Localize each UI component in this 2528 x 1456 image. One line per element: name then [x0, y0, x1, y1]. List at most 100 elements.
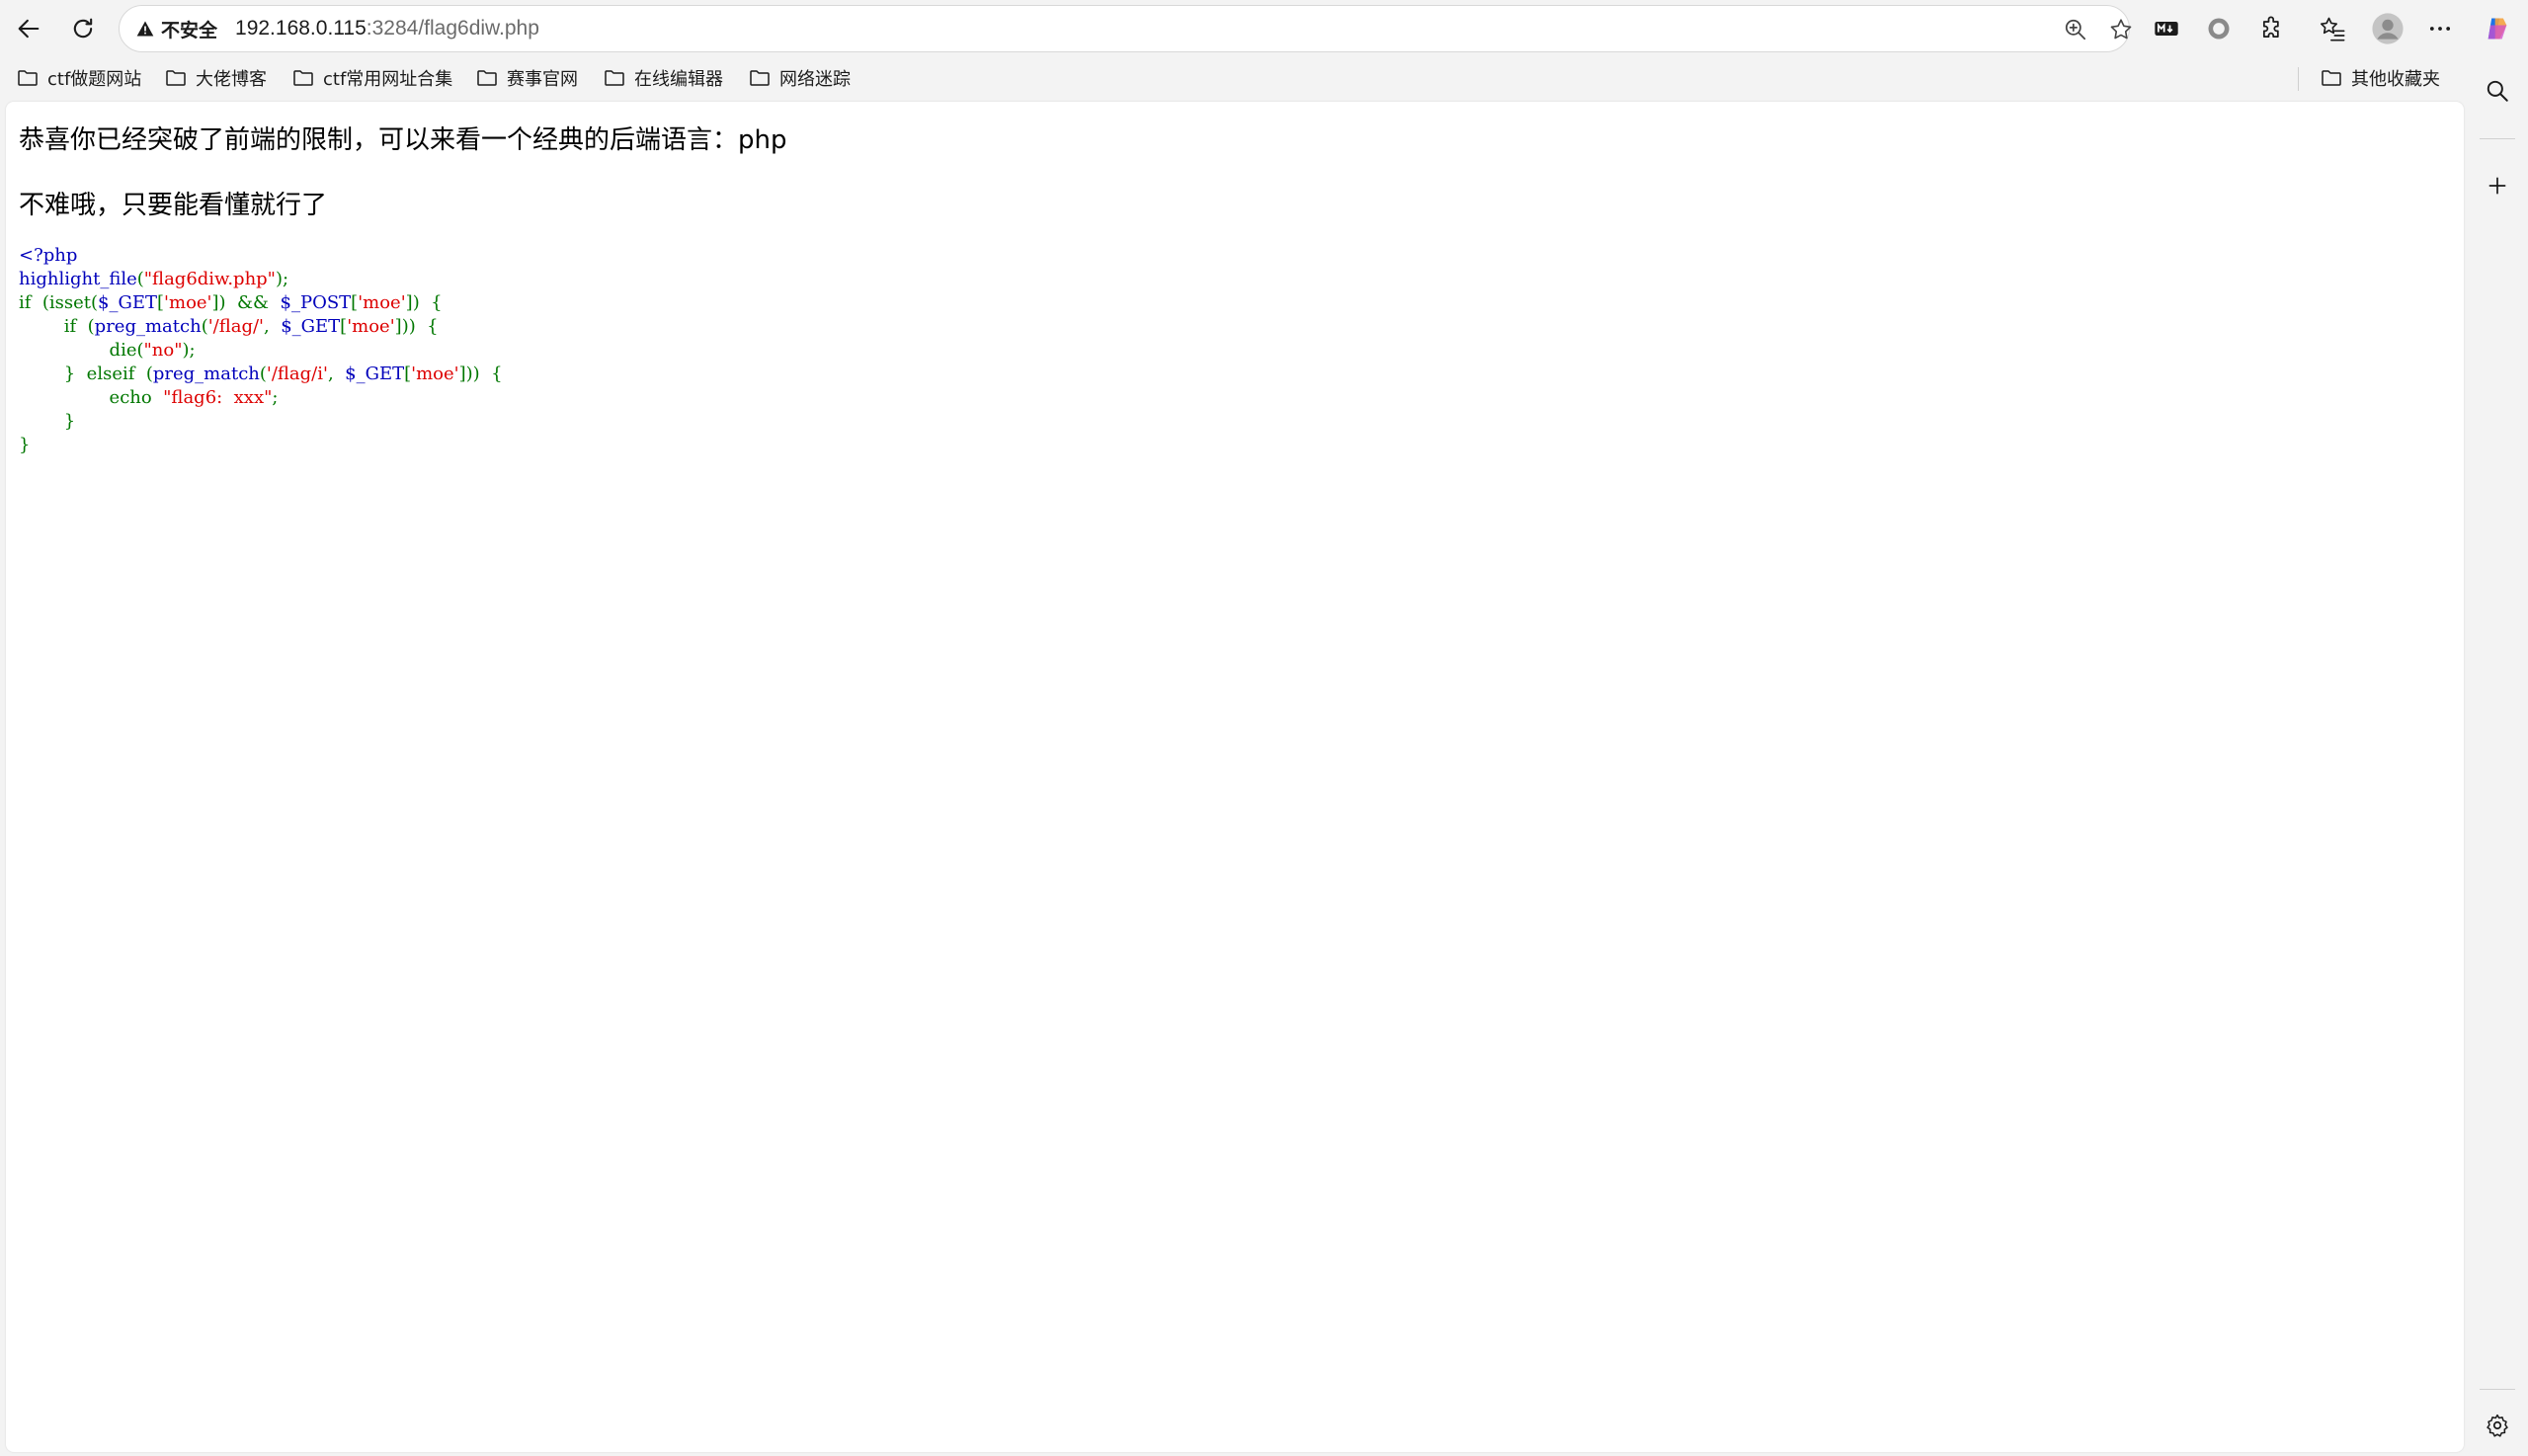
- bookmark-label: 在线编辑器: [634, 69, 723, 90]
- sidebar-search-button[interactable]: [2476, 69, 2519, 113]
- sidebar-settings-button[interactable]: [2476, 1404, 2519, 1447]
- page-content: 恭喜你已经突破了前端的限制，可以来看一个经典的后端语言：php 不难哦，只要能看…: [6, 102, 2464, 1452]
- url-text[interactable]: 192.168.0.115:3284/flag6diw.php: [235, 17, 539, 40]
- bookmark-folder[interactable]: 网络迷踪: [748, 59, 851, 97]
- code-token: ]) &&: [211, 292, 281, 313]
- folder-icon: [605, 70, 624, 86]
- code-token: ,: [264, 316, 282, 337]
- code-token: (: [201, 316, 208, 337]
- sidebar-add-button[interactable]: [2476, 164, 2519, 207]
- bookmark-label: 赛事官网: [507, 69, 578, 90]
- code-line: if (preg_match('/flag/', $_GET['moe'])) …: [19, 315, 503, 339]
- search-icon: [2487, 80, 2508, 102]
- bookmark-label: 大佬博客: [196, 69, 267, 90]
- code-line: } elseif (preg_match('/flag/i', $_GET['m…: [19, 363, 503, 386]
- bookmark-label: 网络迷踪: [779, 69, 851, 90]
- code-token: ;: [272, 387, 279, 408]
- code-line: }: [19, 410, 503, 434]
- code-token: highlight_file: [19, 269, 137, 289]
- code-token: 'moe': [164, 292, 212, 313]
- security-indicator[interactable]: 不安全: [131, 11, 223, 46]
- circle-icon: [2208, 18, 2230, 40]
- code-token: "no": [143, 340, 183, 361]
- zoom-in-icon: [2065, 19, 2086, 40]
- code-token: if (isset(: [19, 292, 99, 313]
- bookmark-folder[interactable]: ctf做题网站: [16, 59, 141, 97]
- folder-icon: [750, 70, 770, 86]
- code-token: preg_match: [94, 316, 202, 337]
- code-token: );: [275, 269, 289, 289]
- other-bookmarks-folder[interactable]: 其他收藏夹: [2320, 59, 2440, 97]
- copilot-icon: [2487, 18, 2507, 40]
- code-line: echo "flag6: xxx";: [19, 386, 503, 410]
- page-heading-1: 恭喜你已经突破了前端的限制，可以来看一个经典的后端语言：php: [19, 125, 787, 155]
- bookmarks-divider: [2298, 67, 2299, 91]
- more-horizontal-icon: [2429, 27, 2451, 31]
- refresh-button[interactable]: [60, 6, 106, 51]
- bookmark-folder[interactable]: 大佬博客: [164, 59, 267, 97]
- code-token: "flag6: xxx": [163, 387, 273, 408]
- code-token: echo: [19, 387, 164, 408]
- more-menu-button[interactable]: [2417, 6, 2463, 51]
- copilot-button[interactable]: [2475, 6, 2520, 51]
- code-token: preg_match: [152, 364, 260, 384]
- bookmark-folder[interactable]: ctf常用网址合集: [291, 59, 452, 97]
- favorite-button[interactable]: [2104, 13, 2138, 46]
- arrow-left-icon: [18, 19, 40, 39]
- profile-button[interactable]: [2365, 6, 2410, 51]
- browser-toolbar: 不安全 192.168.0.115:3284/flag6diw.php: [0, 0, 2528, 57]
- address-bar[interactable]: 不安全 192.168.0.115:3284/flag6diw.php: [119, 5, 2132, 52]
- code-token: 'moe': [411, 364, 459, 384]
- record-extension-button[interactable]: [2196, 6, 2242, 51]
- code-token: ])) {: [458, 364, 503, 384]
- zoom-button[interactable]: [2059, 13, 2092, 46]
- url-path: :3284/flag6diw.php: [366, 17, 539, 40]
- star-icon: [2110, 19, 2132, 40]
- code-line: die("no");: [19, 339, 503, 363]
- code-token: );: [182, 340, 196, 361]
- code-token: 'moe': [358, 292, 406, 313]
- code-line: }: [19, 434, 503, 457]
- page-heading-2: 不难哦，只要能看懂就行了: [19, 191, 328, 220]
- code-token: } elseif (: [19, 364, 153, 384]
- code-token: '/flag/i': [266, 364, 328, 384]
- folder-icon: [293, 70, 313, 86]
- code-token: (: [259, 364, 267, 384]
- php-source-code: <?php highlight_file("flag6diw.php"); if (…: [19, 244, 503, 457]
- code-token: if (: [19, 316, 95, 337]
- security-label: 不安全: [161, 19, 218, 41]
- refresh-icon: [73, 18, 93, 39]
- code-token: ,: [327, 364, 346, 384]
- code-line: highlight_file("flag6diw.php");: [19, 268, 503, 291]
- code-token: $_GET: [98, 292, 158, 313]
- warning-icon: [136, 21, 154, 37]
- gear-icon: [2487, 1414, 2508, 1437]
- folder-icon: [18, 70, 38, 86]
- code-token: }: [19, 435, 31, 455]
- code-token: ]) {: [405, 292, 443, 313]
- code-token: 'moe': [347, 316, 395, 337]
- code-token: $_POST: [280, 292, 352, 313]
- edge-sidebar: [2466, 57, 2528, 1456]
- code-token: "flag6diw.php": [143, 269, 276, 289]
- markdown-extension-button[interactable]: [2144, 6, 2189, 51]
- folder-icon: [166, 70, 186, 86]
- code-token: $_GET: [345, 364, 405, 384]
- folder-icon: [477, 70, 497, 86]
- favorites-button[interactable]: [2310, 6, 2355, 51]
- url-host: 192.168.0.115: [235, 17, 367, 40]
- markdown-icon: [2155, 22, 2178, 36]
- code-token: '/flag/': [207, 316, 265, 337]
- code-token: (: [136, 269, 144, 289]
- bookmark-folder[interactable]: 赛事官网: [475, 59, 578, 97]
- code-line: <?php: [19, 244, 503, 268]
- avatar-icon: [2372, 13, 2404, 44]
- code-token: <?php: [19, 245, 78, 266]
- extensions-button[interactable]: [2249, 6, 2295, 51]
- bookmark-folder[interactable]: 在线编辑器: [603, 59, 723, 97]
- code-token: $_GET: [281, 316, 341, 337]
- folder-icon: [2322, 70, 2341, 86]
- bookmark-label: ctf做题网站: [47, 69, 142, 90]
- plus-icon: [2488, 177, 2506, 195]
- back-button[interactable]: [6, 6, 51, 51]
